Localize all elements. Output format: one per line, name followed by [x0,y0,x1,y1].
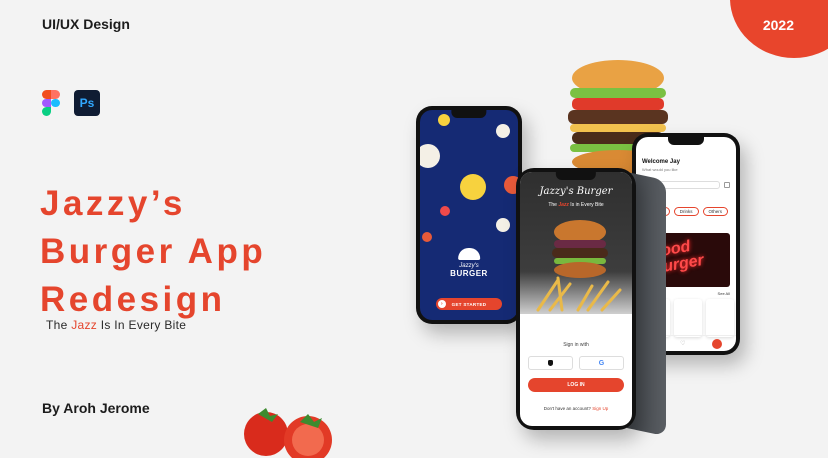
food-card[interactable] [706,299,734,337]
tagline: The Jazz Is In Every Bite [46,318,186,332]
apple-login-button[interactable] [528,356,573,370]
title-line-1: Jazzy’s [40,184,186,223]
get-started-label: GET STARTED [451,301,487,307]
signin-brand: Jazzy's Burger [539,186,613,197]
photoshop-icon: Ps [74,90,100,116]
home-subtitle: What would you like [642,167,678,172]
google-icon: G [598,359,605,367]
food-bubble [496,124,510,138]
burger-photo [552,220,608,278]
splash-phone: Jazzy's BURGER › GET STARTED [416,106,522,324]
tagline-accent: Jazz [71,318,98,332]
food-bubble [440,206,450,216]
tagline-after: Is In Every Bite [97,318,187,332]
food-bubble [438,114,450,126]
tagline-before: The [46,318,72,332]
food-bubble [422,232,432,242]
login-button[interactable]: LOG IN [528,378,624,392]
signin-hero: Jazzy's Burger The Jazz Is in Every Bite [520,172,632,314]
signup-question: Don't have an account? [543,406,591,411]
social-login-row: G [528,356,624,370]
chip-drinks[interactable]: Drinks [673,207,699,216]
home-greeting: Welcome Jay [642,159,680,165]
google-login-button[interactable]: G [579,356,624,370]
sign-in-with-label: Sign in with [563,342,589,348]
chip-others[interactable]: Others [702,207,729,216]
splash-word: BURGER [450,269,488,278]
author-credit: By Aroh Jerome [42,400,150,416]
page-title: Jazzy’s Burger App Redesign [40,180,266,324]
see-all-link[interactable]: See All [718,291,730,296]
signin-tagline-after: Is in Every Bite [568,202,604,208]
food-bubble [460,174,486,200]
photoshop-label: Ps [79,96,95,110]
signin-tagline-before: The [548,202,559,208]
heart-icon[interactable]: ♡ [680,340,685,347]
signin-screen: Jazzy's Burger The Jazz Is in Every Bite… [520,172,632,426]
year-label: 2022 [762,17,794,33]
cart-icon[interactable] [712,338,723,349]
food-bubble [420,144,440,168]
tomato-illustration [244,408,332,458]
splash-logo: Jazzy's BURGER [450,248,488,278]
title-line-3: Redesign [40,280,226,319]
fries-photo [536,276,622,312]
top-category-label: UI/UX Design [42,16,130,32]
signup-prompt: Don't have an account? Sign Up [520,406,632,411]
filter-icon[interactable] [724,182,730,188]
arrow-icon: › [438,300,446,308]
splash-screen: Jazzy's BURGER › GET STARTED [420,110,518,320]
food-card[interactable] [674,299,702,337]
get-started-button[interactable]: › GET STARTED [436,298,502,310]
signin-tagline: The Jazz Is in Every Bite [520,202,632,208]
apple-icon [548,360,553,366]
food-bubble [496,218,510,232]
signup-link[interactable]: Sign Up [592,406,608,411]
signin-tagline-accent: Jazz [558,202,569,208]
signin-phone: Jazzy's Burger The Jazz Is in Every Bite… [516,168,636,430]
figma-icon [42,90,60,116]
tool-icons: Ps [42,90,100,116]
title-line-2: Burger App [40,232,267,271]
